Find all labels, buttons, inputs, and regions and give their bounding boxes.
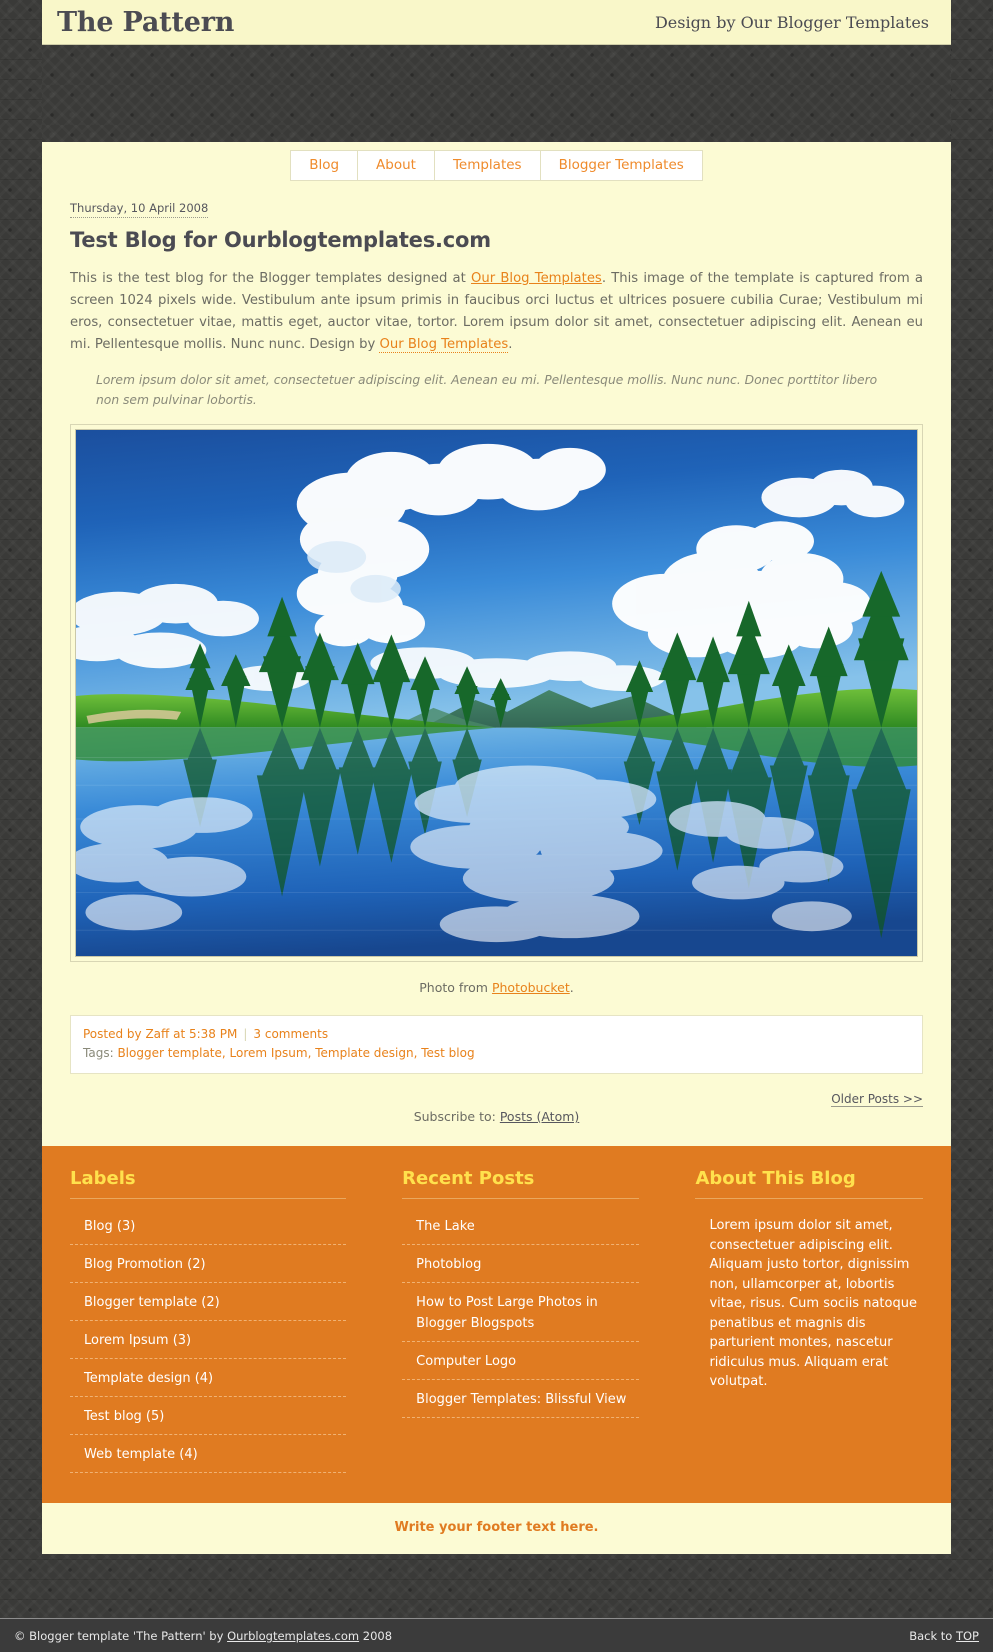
list-item[interactable]: Blogger template (2) <box>70 1283 347 1321</box>
blog-post: Thursday, 10 April 2008 Test Blog for Ou… <box>42 191 951 1146</box>
list-item[interactable]: Photoblog <box>402 1245 640 1283</box>
credit-text: © Blogger template 'The Pattern' by Ourb… <box>14 1629 392 1643</box>
footer-custom-text: Write your footer text here. <box>42 1503 951 1554</box>
list-item[interactable]: The Lake <box>402 1207 640 1245</box>
site-header-bar: The Pattern Design by Our Blogger Templa… <box>42 0 951 45</box>
post-link-our-blog-templates-2[interactable]: Our Blog Templates <box>379 337 509 353</box>
post-tags-line: Tags: Blogger template, Lorem Ipsum, Tem… <box>83 1044 910 1063</box>
post-link-our-blog-templates-1[interactable]: Our Blog Templates <box>471 271 602 286</box>
recent-posts-list: The Lake Photoblog How to Post Large Pho… <box>402 1207 640 1418</box>
photobucket-link[interactable]: Photobucket <box>492 980 570 995</box>
back-to-top[interactable]: Back to TOP <box>909 1629 979 1643</box>
list-item[interactable]: Computer Logo <box>402 1342 640 1380</box>
recent-post-link-computer-logo[interactable]: Computer Logo <box>416 1354 516 1369</box>
photo-caption-suffix: . <box>569 980 574 995</box>
post-blockquote: Lorem ipsum dolor sit amet, consectetuer… <box>96 373 878 407</box>
post-body-text-3: . <box>508 337 513 352</box>
label-link-lorem-ipsum[interactable]: Lorem Ipsum (3) <box>84 1333 191 1348</box>
nav-item-blogger-templates[interactable]: Blogger Templates <box>539 150 703 181</box>
list-item[interactable]: Test blog (5) <box>70 1397 347 1435</box>
post-pagination: Older Posts >> <box>70 1078 923 1107</box>
labels-list: Blog (3) Blog Promotion (2) Blogger temp… <box>70 1207 347 1473</box>
recent-post-link-blissful-view[interactable]: Blogger Templates: Blissful View <box>416 1392 626 1407</box>
credit-bar: © Blogger template 'The Pattern' by Ourb… <box>0 1618 993 1652</box>
main-navigation: Blog About Templates Blogger Templates <box>42 142 951 191</box>
label-link-test-blog[interactable]: Test blog (5) <box>84 1409 164 1424</box>
post-meta-line: Posted by Zaff at 5:38 PM | 3 comments <box>83 1025 910 1044</box>
label-link-blogger-template[interactable]: Blogger template (2) <box>84 1295 220 1310</box>
list-item[interactable]: Blogger Templates: Blissful View <box>402 1380 640 1418</box>
nav-item-blog[interactable]: Blog <box>290 150 358 181</box>
recent-posts-heading: Recent Posts <box>402 1168 640 1199</box>
nav-item-templates[interactable]: Templates <box>433 150 540 181</box>
footer-widget-columns: Labels Blog (3) Blog Promotion (2) Blogg… <box>42 1146 951 1503</box>
back-to-top-link[interactable]: TOP <box>956 1629 979 1643</box>
label-link-template-design[interactable]: Template design (4) <box>84 1371 213 1386</box>
lake-reflection-photo <box>75 429 918 957</box>
post-body-text-1: This is the test blog for the Blogger te… <box>70 271 472 286</box>
subscribe-row: Subscribe to: Posts (Atom) <box>70 1107 923 1146</box>
labels-widget: Labels Blog (3) Blog Promotion (2) Blogg… <box>42 1168 374 1473</box>
comments-link[interactable]: 3 comments <box>253 1027 328 1041</box>
list-item[interactable]: Lorem Ipsum (3) <box>70 1321 347 1359</box>
ourblogtemplates-link[interactable]: Ourblogtemplates.com <box>227 1629 359 1643</box>
designer-credit: Design by Our Blogger Templates <box>654 12 929 32</box>
post-body: This is the test blog for the Blogger te… <box>70 268 923 356</box>
post-photo-frame <box>70 424 923 962</box>
recent-post-link-the-lake[interactable]: The Lake <box>416 1219 475 1234</box>
recent-posts-widget: Recent Posts The Lake Photoblog How to P… <box>374 1168 667 1473</box>
nav-list: Blog About Templates Blogger Templates <box>290 150 703 181</box>
label-link-web-template[interactable]: Web template (4) <box>84 1447 198 1462</box>
about-text: Lorem ipsum dolor sit amet, consectetuer… <box>709 1218 917 1389</box>
blog-title: The Pattern <box>57 6 235 38</box>
credit-prefix: © Blogger template 'The Pattern' by <box>14 1628 228 1643</box>
subscribe-label: Subscribe to: <box>413 1109 500 1124</box>
header-banner <box>42 45 951 142</box>
recent-post-link-photoblog[interactable]: Photoblog <box>416 1257 481 1272</box>
bottom-spacer <box>0 1554 993 1618</box>
list-item[interactable]: Blog (3) <box>70 1207 347 1245</box>
photo-caption-prefix: Photo from <box>419 980 492 995</box>
post-tags[interactable]: Blogger template, Lorem Ipsum, Template … <box>117 1046 474 1060</box>
credit-suffix: 2008 <box>359 1628 393 1643</box>
photo-caption: Photo from Photobucket. <box>70 962 923 1015</box>
content-wrapper: Blog About Templates Blogger Templates T… <box>42 142 951 1554</box>
about-widget: About This Blog Lorem ipsum dolor sit am… <box>667 1168 951 1473</box>
nav-item-about[interactable]: About <box>357 150 434 181</box>
recent-post-link-how-to-post-large-photos[interactable]: How to Post Large Photos in Blogger Blog… <box>416 1295 598 1331</box>
post-date: Thursday, 10 April 2008 <box>70 201 209 218</box>
post-author-time: Posted by Zaff at 5:38 PM <box>83 1027 238 1041</box>
meta-separator: | <box>243 1027 248 1041</box>
older-posts-link[interactable]: Older Posts >> <box>831 1092 923 1107</box>
subscribe-atom-link[interactable]: Posts (Atom) <box>500 1109 579 1124</box>
post-date-wrap: Thursday, 10 April 2008 <box>70 197 923 228</box>
back-to-top-prefix: Back to <box>909 1628 956 1643</box>
post-title: Test Blog for Ourblogtemplates.com <box>70 228 491 252</box>
post-footer: Posted by Zaff at 5:38 PM | 3 comments Tag… <box>70 1015 923 1074</box>
tags-label: Tags: <box>83 1046 118 1060</box>
about-heading: About This Blog <box>695 1168 923 1199</box>
label-link-blog[interactable]: Blog (3) <box>84 1219 135 1234</box>
list-item[interactable]: Web template (4) <box>70 1435 347 1473</box>
list-item[interactable]: Blog Promotion (2) <box>70 1245 347 1283</box>
label-link-blog-promotion[interactable]: Blog Promotion (2) <box>84 1257 206 1272</box>
list-item[interactable]: Template design (4) <box>70 1359 347 1397</box>
list-item[interactable]: How to Post Large Photos in Blogger Blog… <box>402 1283 640 1342</box>
labels-heading: Labels <box>70 1168 347 1199</box>
